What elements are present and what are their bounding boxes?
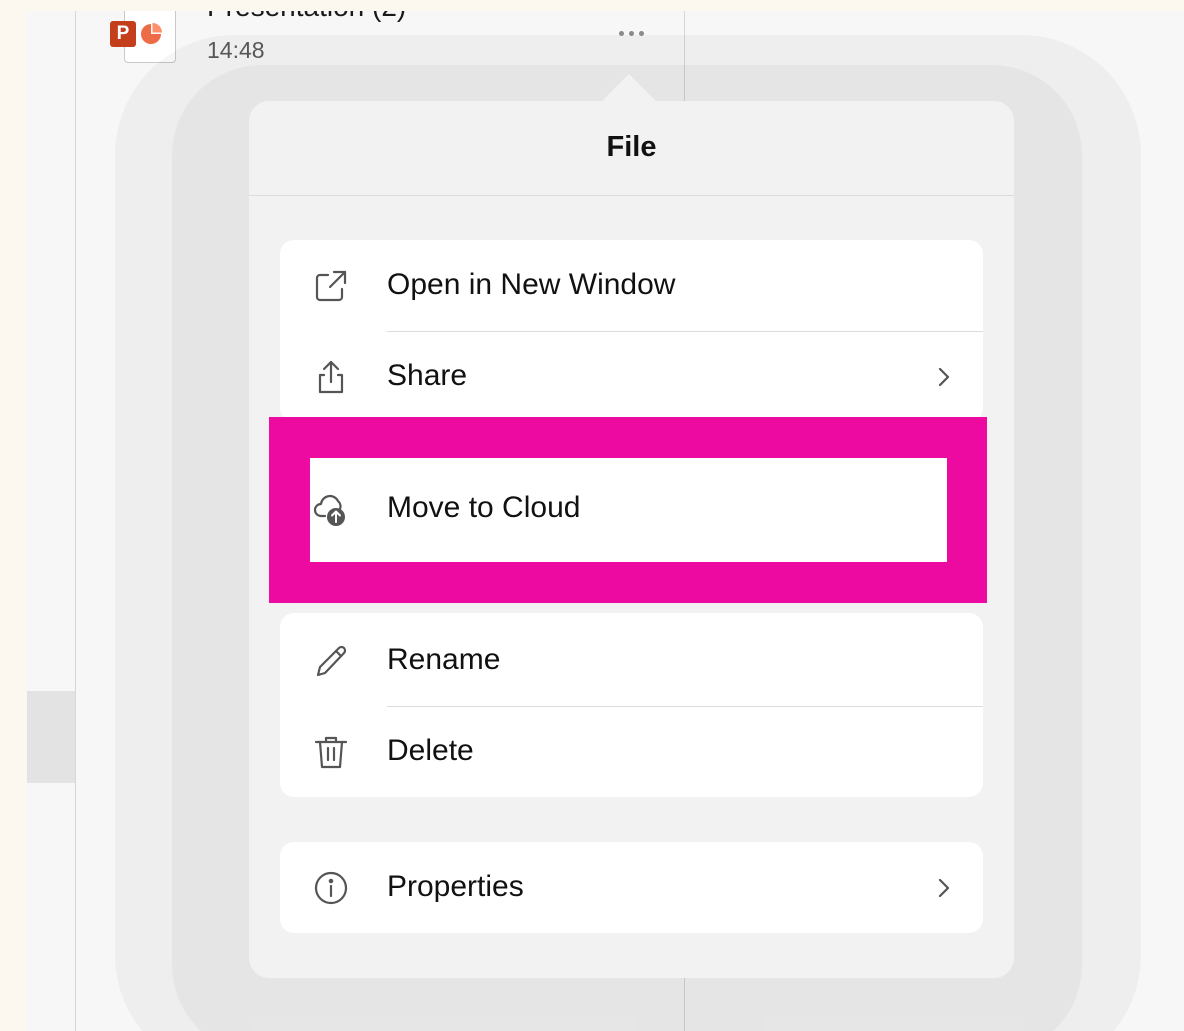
menu-item-rename[interactable]: Rename (280, 615, 983, 706)
menu-item-move-to-cloud-highlight[interactable]: Move to Cloud (310, 458, 947, 562)
powerpoint-badge: P (110, 21, 136, 47)
open-new-window-icon (315, 270, 347, 302)
menu-item-open-new-window[interactable]: Open in New Window (280, 240, 983, 331)
highlight-box: Move to Cloud (269, 417, 987, 603)
action-group: Rename Delete (280, 613, 983, 797)
screen-border-top (0, 0, 1184, 11)
pie-chart-icon (141, 23, 162, 44)
menu-item-label: Share (387, 359, 468, 392)
menu-item-label: Delete (387, 734, 474, 767)
popover-title: File (606, 131, 657, 163)
popover-arrow (599, 74, 659, 104)
pencil-icon (316, 645, 347, 677)
menu-item-properties[interactable]: Properties (280, 842, 983, 933)
file-name[interactable]: Presentation (2) (207, 11, 406, 23)
menu-item-label: Properties (387, 870, 524, 903)
menu-item-label: Move to Cloud (387, 491, 581, 524)
share-icon (318, 360, 344, 394)
menu-item-delete[interactable]: Delete (280, 706, 983, 797)
sidebar-divider (75, 11, 76, 1031)
chevron-right-icon (938, 878, 950, 898)
file-browser: P Presentation (2) 14:48 File Open (27, 11, 1184, 1031)
menu-item-label: Open in New Window (387, 268, 676, 301)
action-group: Open in New Window Share (280, 240, 983, 422)
action-group: Properties (280, 842, 983, 933)
sidebar-selection (27, 691, 75, 783)
screen-border-left (0, 0, 27, 1031)
menu-item-move-to-cloud-content: Move to Cloud (310, 463, 947, 554)
chevron-right-icon (938, 367, 950, 387)
cloud-upload-icon (313, 494, 345, 526)
info-icon (314, 871, 348, 905)
menu-item-label: Rename (387, 643, 501, 676)
trash-icon (314, 736, 348, 769)
popover-header: File (249, 101, 1014, 196)
menu-item-share[interactable]: Share (280, 331, 983, 422)
